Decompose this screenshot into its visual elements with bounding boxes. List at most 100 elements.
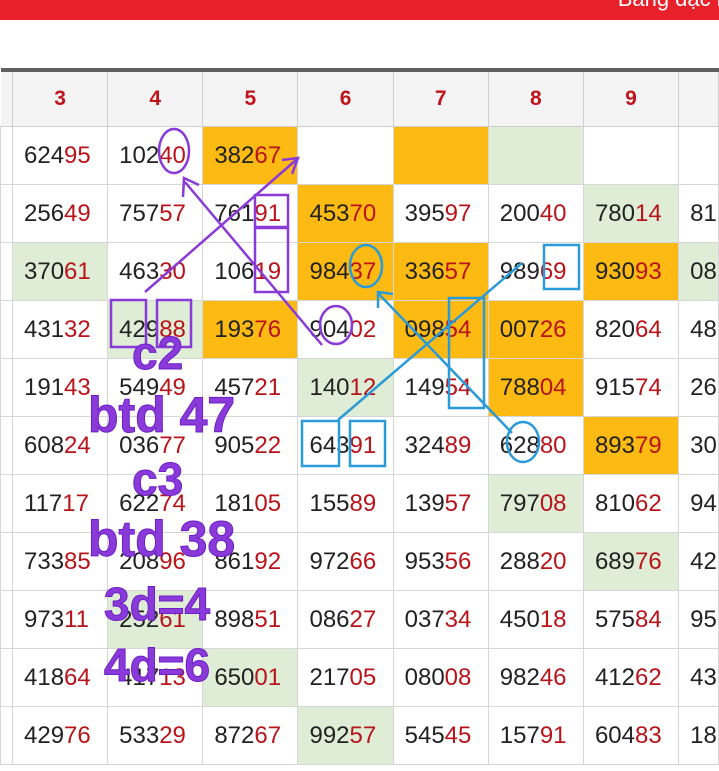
- table-cell: [0, 532, 13, 591]
- number-head: 149: [404, 373, 445, 401]
- number-head: 982: [499, 663, 540, 691]
- table-cell: 14954: [392, 358, 489, 417]
- number-tail: 62: [634, 489, 662, 517]
- number-tail: 97: [444, 199, 472, 227]
- number-head: 650: [214, 663, 255, 691]
- table-cell: 87267: [202, 706, 299, 765]
- number-head: 575: [594, 605, 635, 633]
- number-head: 533: [119, 721, 160, 749]
- column-header-4: 4: [107, 68, 204, 127]
- table-cell: [0, 358, 13, 417]
- number-tail: 08: [444, 663, 472, 691]
- table-cell: 33657: [392, 242, 489, 301]
- table-cell: [0, 416, 13, 475]
- number-head: 689: [594, 547, 635, 575]
- number-head: 395: [404, 199, 445, 227]
- table-cell: 75757: [107, 184, 204, 243]
- number-head: 624: [24, 141, 65, 169]
- number-tail: 79: [634, 431, 662, 459]
- table-cell: [0, 242, 13, 301]
- number-tail: 56: [444, 547, 472, 575]
- column-header-edge-8: [678, 68, 719, 127]
- number-tail: 04: [539, 373, 567, 401]
- table-cell: 28820: [487, 532, 584, 591]
- number-head: 893: [594, 431, 635, 459]
- column-header-7: 7: [393, 68, 489, 127]
- number-head: 288: [499, 547, 540, 575]
- number-tail: 05: [254, 489, 282, 517]
- number-tail: 57: [444, 489, 472, 517]
- number-tail: 30: [159, 257, 186, 285]
- number-tail: 70: [349, 199, 377, 227]
- column-header-6: 6: [297, 68, 394, 127]
- note-btd-38: btd 38: [87, 511, 236, 568]
- number-head: 217: [309, 663, 350, 691]
- table-cell: 38267: [202, 126, 299, 185]
- number-tail: 40: [539, 199, 567, 227]
- number-tail: 95: [64, 141, 91, 169]
- number-tail: 91: [349, 431, 377, 459]
- note-c3: c3: [131, 453, 184, 506]
- number-tail: 76: [64, 721, 91, 749]
- number-tail: 11: [64, 605, 89, 633]
- table-cell: 08008: [392, 648, 489, 707]
- table-cell: 57584: [582, 590, 680, 649]
- number-head: 953: [404, 547, 445, 575]
- table-cell: 97266: [297, 532, 394, 591]
- number-tail: 92: [254, 547, 282, 575]
- table-row: 43132 42988 19376 90402 09854 00726 82064 48: [0, 300, 719, 359]
- note-c2: c2: [131, 327, 184, 380]
- number-head: 453: [309, 199, 350, 227]
- number-tail: 43: [64, 373, 91, 401]
- table-cell: 03734: [392, 590, 489, 649]
- number-tail: 14: [634, 199, 662, 227]
- table-cell: 25649: [11, 184, 109, 243]
- table-cell: 45018: [487, 590, 584, 649]
- number-tail: 02: [349, 315, 377, 343]
- number-tail: 67: [254, 141, 282, 169]
- table-cell: 99257: [297, 706, 394, 765]
- number-tail: 67: [254, 721, 282, 749]
- number-tail: 27: [349, 605, 377, 633]
- number-tail: 89: [444, 431, 472, 459]
- table-cell: 10240: [107, 126, 204, 185]
- number-head: 256: [24, 199, 65, 227]
- table-cell: 81062: [582, 474, 680, 533]
- table-cell: 95356: [392, 532, 489, 591]
- table-cell: 08: [678, 242, 719, 301]
- table-cell: [487, 126, 584, 185]
- table-cell: 54545: [392, 706, 489, 765]
- number-head: 412: [594, 663, 635, 691]
- number-tail: 61: [64, 257, 91, 285]
- number-head: 431: [24, 315, 65, 343]
- table-cell: 78014: [582, 184, 680, 243]
- table-cell: 53329: [107, 706, 204, 765]
- table-cell: 79708: [487, 474, 584, 533]
- table-cell: [582, 126, 680, 185]
- app-bar-title: Bảng đặc b: [618, 0, 719, 12]
- table-cell: 37061: [11, 242, 109, 301]
- number-head: 370: [24, 257, 65, 285]
- top-app-bar: Bảng đặc b: [0, 0, 719, 20]
- table-cell: 98246: [487, 648, 584, 707]
- table-cell: 43: [678, 648, 719, 707]
- column-header-row: 3456789: [0, 68, 719, 127]
- number-tail: 76: [254, 315, 282, 343]
- table-cell: 98969: [487, 242, 584, 301]
- table-cell: [0, 126, 13, 185]
- table-cell: 26: [678, 358, 719, 417]
- table-cell: 62880: [487, 416, 584, 475]
- number-head: 972: [309, 547, 350, 575]
- table-cell: 97311: [11, 590, 109, 649]
- number-tail: 37: [349, 257, 377, 285]
- number-head: 733: [24, 547, 65, 575]
- number-tail: 22: [254, 431, 282, 459]
- number-tail: 84: [634, 605, 662, 633]
- table-cell: 41864: [11, 648, 109, 707]
- table-cell: 90402: [297, 300, 394, 359]
- column-header-3: 3: [12, 68, 109, 127]
- number-head: 898: [214, 605, 255, 633]
- number-head: 191: [24, 373, 65, 401]
- table-cell: 32489: [392, 416, 489, 475]
- table-cell: 98437: [297, 242, 394, 301]
